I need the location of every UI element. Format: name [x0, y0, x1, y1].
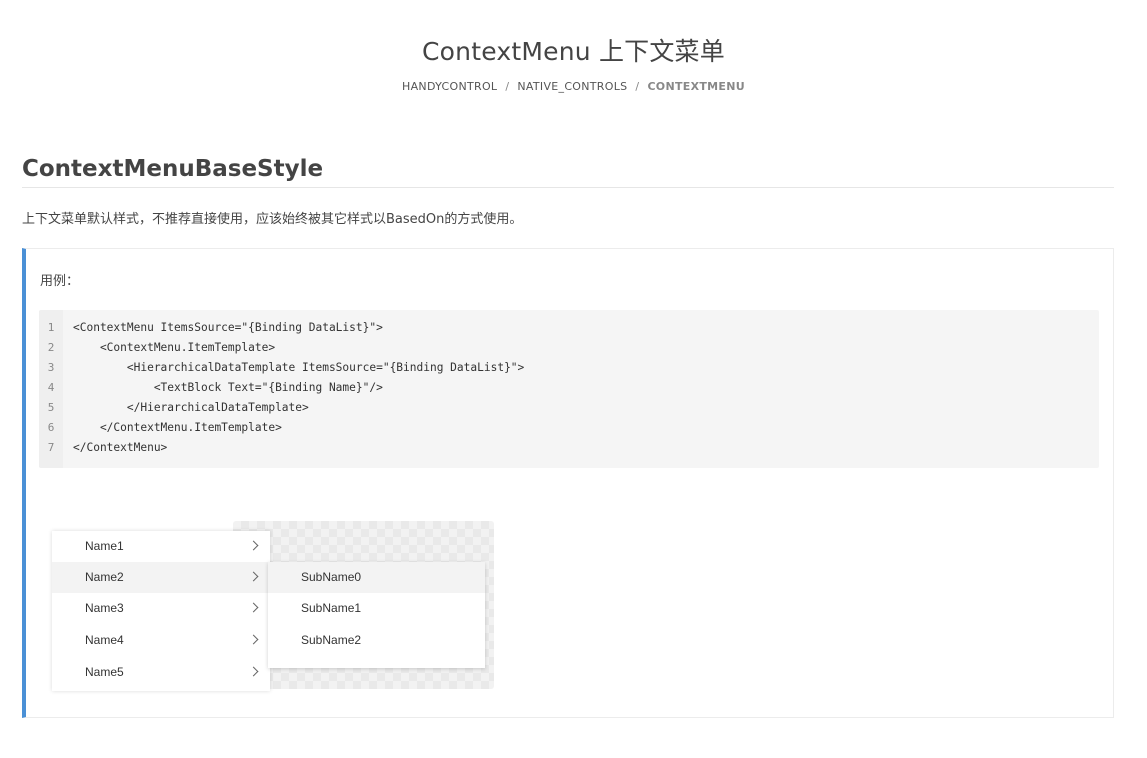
- line-number: 3: [47, 361, 55, 374]
- code-block: 1 <ContextMenu ItemsSource="{Binding Dat…: [39, 310, 1099, 468]
- code-line: <ContextMenu ItemsSource="{Binding DataL…: [73, 321, 383, 334]
- menu-item-name5[interactable]: Name5: [52, 657, 270, 688]
- submenu-item-label: SubName2: [301, 633, 362, 647]
- menu-item-name1[interactable]: Name1: [52, 531, 270, 562]
- page-title: ContextMenu 上下文菜单: [422, 37, 725, 66]
- breadcrumb: HANDYCONTROL / NATIVE_CONTROLS / CONTEXTMENU: [0, 80, 1147, 93]
- line-number: 1: [47, 321, 55, 334]
- section-divider: [22, 187, 1114, 188]
- breadcrumb-separator: /: [635, 80, 640, 93]
- chevron-right-icon: [248, 602, 259, 613]
- submenu-item-subname1[interactable]: SubName1: [268, 593, 485, 624]
- code-line: <HierarchicalDataTemplate ItemsSource="{…: [73, 361, 525, 374]
- chevron-right-icon: [248, 666, 259, 677]
- menu-item-label: Name1: [85, 539, 124, 553]
- breadcrumb-item-handycontrol[interactable]: HANDYCONTROL: [402, 80, 497, 93]
- submenu-item-subname2[interactable]: SubName2: [268, 625, 485, 656]
- menu-item-label: Name4: [85, 633, 124, 647]
- chevron-right-icon: [248, 634, 259, 645]
- menu-item-name4[interactable]: Name4: [52, 625, 270, 656]
- code-line: </ContextMenu>: [73, 441, 168, 454]
- menu-item-label: Name3: [85, 601, 124, 615]
- chevron-right-icon: [248, 540, 259, 551]
- menu-item-label: Name2: [85, 570, 124, 584]
- breadcrumb-item-current: CONTEXTMENU: [647, 80, 745, 93]
- submenu-item-label: SubName1: [301, 601, 362, 615]
- line-number: 7: [47, 441, 55, 454]
- breadcrumb-separator: /: [505, 80, 510, 93]
- example-label: 用例：: [40, 274, 80, 289]
- breadcrumb-item-native-controls[interactable]: NATIVE_CONTROLS: [517, 80, 627, 93]
- code-line: <ContextMenu.ItemTemplate>: [73, 341, 276, 354]
- code-line: </ContextMenu.ItemTemplate>: [73, 421, 282, 434]
- chevron-right-icon: [248, 571, 259, 582]
- line-number: 6: [47, 421, 55, 434]
- example-box: 用例： 1 <ContextMenu ItemsSource="{Binding…: [22, 248, 1114, 718]
- line-number: 2: [47, 341, 55, 354]
- submenu-item-subname0[interactable]: SubName0: [268, 562, 485, 593]
- section-title: ContextMenuBaseStyle: [22, 156, 324, 182]
- submenu-item-label: SubName0: [301, 570, 362, 584]
- context-menu: Name1 Name2 Name3 Name4 Name5: [52, 531, 270, 691]
- line-number: 5: [47, 401, 55, 414]
- menu-item-label: Name5: [85, 665, 124, 679]
- line-number: 4: [47, 381, 55, 394]
- menu-item-name2[interactable]: Name2: [52, 562, 270, 593]
- code-line: </HierarchicalDataTemplate>: [73, 401, 309, 414]
- context-menu-demo: Name1 Name2 Name3 Name4 Name5 SubName0 S…: [46, 519, 516, 719]
- code-line: <TextBlock Text="{Binding Name}"/>: [73, 381, 383, 394]
- menu-item-name3[interactable]: Name3: [52, 593, 270, 624]
- context-submenu: SubName0 SubName1 SubName2: [268, 562, 485, 668]
- section-description: 上下文菜单默认样式，不推荐直接使用，应该始终被其它样式以BasedOn的方式使用…: [22, 212, 523, 227]
